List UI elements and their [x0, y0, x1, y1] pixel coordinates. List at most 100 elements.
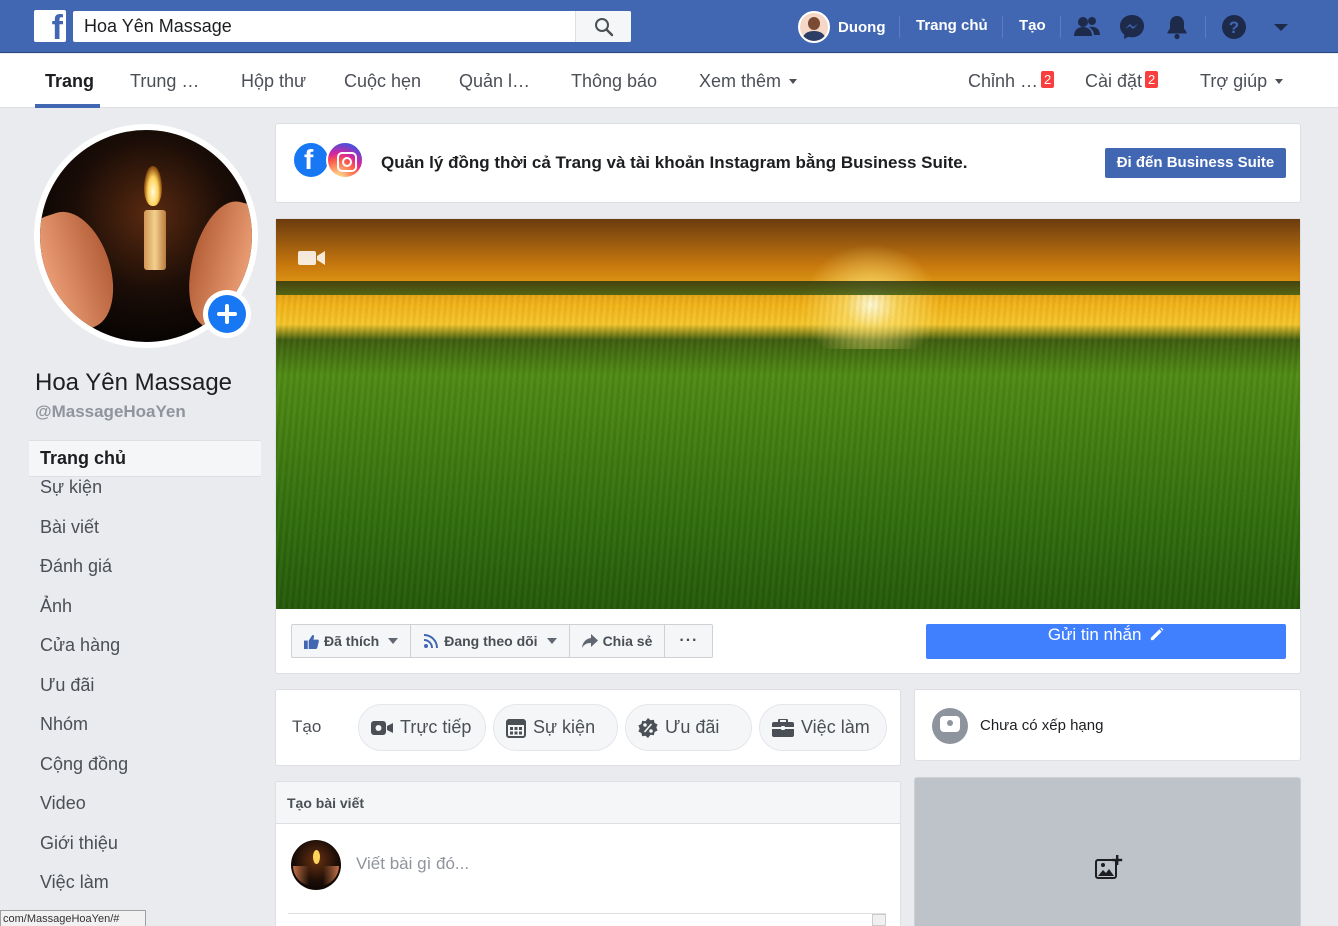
- sidebar-item-reviews[interactable]: Đánh giá: [29, 556, 261, 596]
- caret-down-icon: [546, 638, 557, 644]
- search-button[interactable]: [575, 11, 631, 42]
- more-options-button[interactable]: ···: [665, 625, 712, 657]
- create-label: Tạo: [292, 717, 322, 736]
- sidebar-item-offers[interactable]: Ưu đãi: [29, 675, 261, 715]
- create-offer-label: Ưu đãi: [665, 717, 720, 737]
- caret-down-icon: [1275, 79, 1284, 84]
- tab-manage[interactable]: Quản l…: [459, 71, 530, 92]
- tab-edit-page[interactable]: Chỉnh … 2: [968, 71, 1055, 92]
- rating-card[interactable]: Chưa có xếp hạng: [914, 689, 1301, 761]
- sidebar-item-photos[interactable]: Ảnh: [29, 596, 261, 636]
- create-job-label: Việc làm: [801, 717, 870, 737]
- sidebar-item-jobs[interactable]: Việc làm: [29, 872, 261, 912]
- caret-down-icon: [789, 79, 798, 84]
- messenger-icon[interactable]: [1117, 12, 1147, 42]
- add-photo-icon: [1095, 855, 1123, 879]
- post-composer-input[interactable]: Viết bài gì đó...: [356, 854, 469, 874]
- pencil-icon: [1151, 627, 1164, 641]
- sidebar-item-posts[interactable]: Bài viết: [29, 517, 261, 557]
- tab-help-label: Trợ giúp: [1200, 71, 1268, 91]
- update-profile-picture-button[interactable]: [203, 290, 251, 338]
- following-button[interactable]: Đang theo dõi: [411, 625, 570, 657]
- tab-more-label: Xem thêm: [699, 71, 782, 91]
- create-event-button[interactable]: Sự kiện: [493, 704, 618, 751]
- sidebar-item-community[interactable]: Cộng đồng: [29, 754, 261, 794]
- following-label: Đang theo dõi: [444, 633, 538, 649]
- browser-status-url: com/MassageHoaYen/#: [0, 910, 146, 926]
- divider: [899, 16, 900, 38]
- review-speech-icon: [932, 708, 968, 744]
- friends-icon[interactable]: [1072, 12, 1102, 42]
- caret-down-icon: [388, 638, 399, 644]
- home-link[interactable]: Trang chủ: [916, 17, 988, 34]
- create-shortcuts-card: Tạo Trực tiếp Sự kiện Ưu đãi Việc làm: [275, 689, 901, 766]
- add-photo-card[interactable]: [914, 777, 1301, 926]
- instagram-icon: [326, 141, 364, 179]
- tab-help[interactable]: Trợ giúp: [1200, 71, 1284, 92]
- tab-appointments[interactable]: Cuộc hẹn: [344, 71, 421, 92]
- settings-count-badge: 2: [1145, 71, 1159, 88]
- more-dots-icon: ···: [679, 632, 699, 649]
- user-name: Duong: [838, 18, 886, 36]
- sidebar-item-about[interactable]: Giới thiệu: [29, 833, 261, 873]
- tab-inbox[interactable]: Hộp thư: [241, 71, 306, 92]
- help-icon[interactable]: ?: [1219, 12, 1249, 42]
- offer-percent-icon: [638, 717, 658, 738]
- rating-status: Chưa có xếp hạng: [980, 717, 1104, 734]
- live-video-icon: [371, 720, 393, 735]
- business-suite-banner: f Quản lý đồng thời cả Trang và tài khoả…: [275, 123, 1301, 203]
- tab-notifications[interactable]: Thông báo: [571, 71, 657, 92]
- facebook-icon: f: [292, 141, 330, 179]
- page-name: Hoa Yên Massage: [35, 369, 233, 396]
- sidebar-item-events[interactable]: Sự kiện: [29, 477, 261, 517]
- page-username[interactable]: @MassageHoaYen: [35, 402, 186, 422]
- scroll-up-arrow-icon[interactable]: [872, 914, 886, 926]
- page-sidebar-menu: Trang chủ Sự kiện Bài viết Đánh giá Ảnh …: [29, 440, 261, 912]
- facebook-logo-icon[interactable]: f: [34, 10, 66, 42]
- search-box: [73, 11, 631, 42]
- account-menu-chevron-icon[interactable]: [1266, 12, 1296, 42]
- banner-icons: f: [292, 141, 364, 179]
- active-tab-indicator: [35, 104, 100, 108]
- go-live-label: Trực tiếp: [400, 717, 472, 737]
- share-button[interactable]: Chia sẻ: [570, 625, 666, 657]
- sidebar-item-shop[interactable]: Cửa hàng: [29, 635, 261, 675]
- tab-more[interactable]: Xem thêm: [699, 71, 798, 92]
- share-arrow-icon: [581, 634, 598, 648]
- tab-page[interactable]: Trang: [45, 71, 94, 92]
- create-event-label: Sự kiện: [533, 717, 596, 737]
- create-post-header: Tạo bài viết: [276, 782, 900, 824]
- page-action-bar: Đã thích Đang theo dõi Chia sẻ ···: [291, 624, 714, 658]
- tab-creator-studio[interactable]: Trung …: [130, 71, 199, 92]
- liked-button[interactable]: Đã thích: [292, 625, 412, 657]
- sidebar-item-home[interactable]: Trang chủ: [29, 440, 261, 477]
- notifications-bell-icon[interactable]: [1162, 12, 1192, 42]
- create-post-card: Tạo bài viết Viết bài gì đó...: [275, 781, 901, 926]
- thumbs-up-icon: [304, 634, 319, 649]
- send-message-label: Gửi tin nhắn: [1047, 625, 1142, 644]
- user-profile-link[interactable]: Duong: [798, 11, 885, 43]
- create-offer-button[interactable]: Ưu đãi: [625, 704, 752, 751]
- create-job-button[interactable]: Việc làm: [759, 704, 887, 751]
- tab-settings-label: Cài đặt: [1085, 71, 1143, 91]
- go-to-business-suite-button[interactable]: Đi đến Business Suite: [1105, 148, 1286, 178]
- top-navigation-bar: f Duong Trang chủ Tạo ?: [0, 0, 1338, 53]
- create-link[interactable]: Tạo: [1019, 17, 1046, 34]
- go-live-button[interactable]: Trực tiếp: [358, 704, 486, 751]
- divider: [1060, 16, 1061, 38]
- sidebar-item-videos[interactable]: Video: [29, 793, 261, 833]
- tab-settings[interactable]: Cài đặt 2: [1085, 71, 1159, 92]
- video-camera-icon[interactable]: [298, 249, 326, 267]
- search-input[interactable]: [73, 11, 575, 42]
- banner-message: Quản lý đồng thời cả Trang và tài khoản …: [381, 153, 968, 172]
- search-icon: [595, 18, 614, 37]
- divider: [1205, 16, 1206, 38]
- page-tabs-bar: Trang Trung … Hộp thư Cuộc hẹn Quản l… T…: [0, 54, 1338, 108]
- divider: [1002, 16, 1003, 38]
- edit-count-badge: 2: [1041, 71, 1055, 88]
- cover-photo[interactable]: [276, 219, 1300, 609]
- calendar-icon: [506, 718, 526, 738]
- send-message-button[interactable]: Gửi tin nhắn: [926, 624, 1286, 659]
- sidebar-item-groups[interactable]: Nhóm: [29, 714, 261, 754]
- liked-label: Đã thích: [324, 633, 380, 649]
